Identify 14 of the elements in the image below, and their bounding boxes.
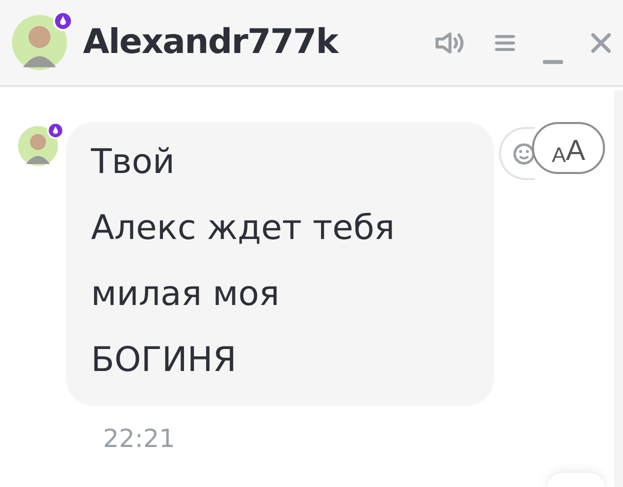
contact-name: Alexandr777k — [83, 21, 338, 64]
menu-icon[interactable] — [495, 34, 515, 52]
message-line: милая моя — [91, 276, 280, 312]
reaction-button[interactable] — [499, 127, 535, 180]
close-icon[interactable] — [591, 32, 611, 52]
message-line: Алекс ждет тебя — [91, 210, 396, 246]
message-line: БОГИНЯ — [91, 342, 238, 378]
text-size-button[interactable]: AA — [532, 122, 605, 174]
smiley-icon — [513, 140, 535, 166]
avatar — [12, 15, 67, 70]
message-line: Твой — [91, 144, 176, 180]
message-time: 22:21 — [103, 423, 176, 455]
avatar — [18, 126, 58, 166]
minimize-icon[interactable] — [543, 60, 563, 64]
